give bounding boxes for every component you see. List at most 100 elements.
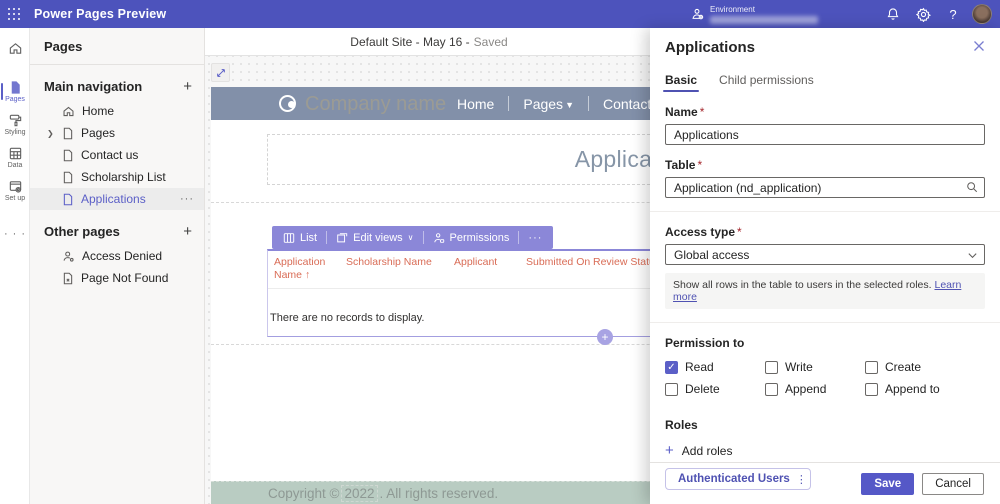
checkbox-icon [865,383,878,396]
cancel-button[interactable]: Cancel [922,473,984,495]
main-navigation-heading: Main navigation [44,79,142,94]
checkbox-create[interactable]: Create [865,360,985,374]
help-button[interactable]: ? [938,0,968,28]
checkbox-append[interactable]: Append [765,382,865,396]
chevron-down-icon [967,250,978,261]
table-lookup-input[interactable] [665,177,985,198]
sidebar-item-applications[interactable]: Applications ··· [30,188,204,210]
rail-label-pages: Pages [5,96,25,103]
list-button[interactable]: List [274,226,326,249]
rail-home-button[interactable] [0,36,30,61]
rail-item-data[interactable]: Data [0,141,30,174]
resize-diagonal-icon [216,68,226,78]
person-lock-icon [433,232,445,244]
page-icon [62,193,74,206]
column-header[interactable]: Application Name ↑ [274,256,346,284]
checkbox-icon [865,361,878,374]
settings-button[interactable] [908,0,938,28]
permissions-flyout-panel: Applications Basic Child permissions Nam… [650,28,1000,504]
column-header[interactable]: Submitted On [526,256,593,284]
add-page-icon[interactable]: + [183,81,192,93]
plus-icon: + [665,446,674,456]
data-table-icon [8,146,23,161]
expand-canvas-button[interactable] [211,63,230,82]
sidebar-item-scholarship-list[interactable]: Scholarship List [30,166,204,188]
checkbox-delete[interactable]: Delete [665,382,765,396]
roles-label: Roles [665,418,985,432]
environment-picker[interactable]: Environment [690,5,818,24]
sidebar-item-pages[interactable]: ❯ Pages [30,122,204,144]
user-avatar[interactable] [972,4,992,24]
checkbox-checked-icon: ✓ [665,361,678,374]
column-header[interactable]: Applicant [454,256,526,284]
company-name-text: Company name [305,93,446,116]
list-columns-icon [283,232,295,244]
sidebar-item-contact-us[interactable]: Contact us [30,144,204,166]
sidebar-item-label: Pages [81,126,115,140]
site-nav-home[interactable]: Home [443,96,508,112]
pages-panel-title: Pages [30,28,204,65]
sidebar-item-page-not-found[interactable]: Page Not Found [30,267,204,289]
chevron-right-icon[interactable]: ❯ [47,129,54,138]
rail-item-pages[interactable]: Pages [0,75,30,108]
app-launcher-icon[interactable] [0,0,28,28]
permissions-button[interactable]: Permissions [424,226,519,249]
access-type-label: Access type* [665,225,985,239]
more-options-icon[interactable]: ··· [180,193,194,205]
checkbox-read[interactable]: ✓Read [665,360,765,374]
sidebar-item-label: Page Not Found [81,271,168,285]
chevron-down-icon: ▼ [565,100,574,110]
gear-icon [916,7,931,22]
section-divider [650,322,1000,323]
tab-basic[interactable]: Basic [665,73,697,92]
sort-ascending-icon: ↑ [305,269,310,281]
permission-to-label: Permission to [665,336,985,350]
sidebar-item-label: Access Denied [82,249,162,263]
sidebar-item-label: Applications [81,192,146,206]
rail-more-button[interactable]: · · · [0,223,30,245]
notifications-button[interactable] [878,0,908,28]
chevron-down-icon: ∨ [408,233,414,242]
question-icon: ? [949,7,956,22]
site-status-text: Default Site - May 16 - [350,35,469,49]
add-roles-button[interactable]: + Add roles [665,444,985,458]
edit-views-button[interactable]: Edit views ∨ [327,226,422,249]
add-component-button[interactable]: + [597,329,613,345]
rail-item-styling[interactable]: Styling [0,108,30,141]
copyright-year[interactable]: 2022 [341,485,377,502]
sidebar-item-label: Contact us [81,148,138,162]
close-panel-button[interactable] [973,40,985,52]
sidebar-item-home[interactable]: Home [30,100,204,122]
checkbox-icon [765,361,778,374]
panel-footer: Save Cancel [650,462,1000,504]
name-field-label: Name* [665,105,985,119]
panel-title: Applications [665,39,755,56]
site-nav-pages[interactable]: Pages▼ [509,96,588,112]
page-error-icon [62,272,74,285]
checkbox-icon [765,383,778,396]
sidebar-item-access-denied[interactable]: Access Denied [30,245,204,267]
column-header[interactable]: Scholarship Name [346,256,454,284]
access-type-dropdown[interactable]: Global access [665,244,985,265]
environment-label: Environment [710,5,818,14]
search-icon[interactable] [966,181,978,193]
tab-child-permissions[interactable]: Child permissions [719,73,814,92]
rail-item-setup[interactable]: Set up [0,174,30,207]
access-type-value: Global access [665,244,985,265]
name-input[interactable] [665,124,985,145]
bell-icon [886,7,900,21]
toolbar-overflow-icon[interactable]: ··· [519,232,551,244]
setup-icon [8,179,23,194]
add-other-page-icon[interactable]: + [183,226,192,238]
company-logo-icon [279,95,296,112]
rail-label-styling: Styling [4,129,25,136]
access-type-help: Show all rows in the table to users in t… [665,273,985,309]
checkbox-write[interactable]: Write [765,360,865,374]
section-divider [650,211,1000,212]
app-header: Power Pages Preview Environment ? [0,0,1000,28]
copyright-text: Copyright © [268,486,339,501]
checkbox-append-to[interactable]: Append to [865,382,985,396]
page-icon [62,171,74,184]
left-rail: Pages Styling Data Set up · · · [0,28,30,504]
save-button[interactable]: Save [861,473,914,495]
